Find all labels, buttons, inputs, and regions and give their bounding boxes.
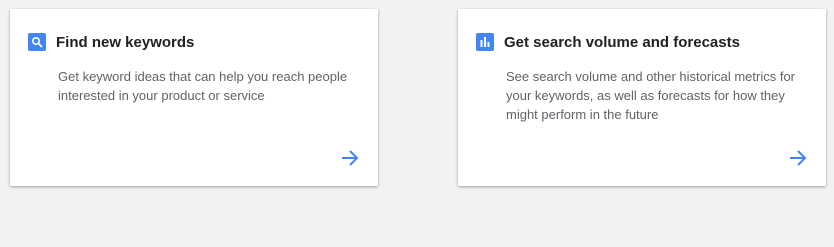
arrow-right-icon[interactable] [340,148,360,168]
bar-chart-icon [476,33,494,51]
card-description: Get keyword ideas that can help you reac… [58,69,348,103]
card-header: Get search volume and forecasts [476,33,740,51]
card-description: See search volume and other historical m… [506,69,796,122]
card-title: Find new keywords [56,33,195,51]
card-title: Get search volume and forecasts [504,33,740,51]
find-new-keywords-card[interactable]: Find new keywords Get keyword ideas that… [10,9,378,186]
search-volume-forecasts-card[interactable]: Get search volume and forecasts See sear… [458,9,826,186]
arrow-right-icon[interactable] [788,148,808,168]
search-icon [28,33,46,51]
card-header: Find new keywords [28,33,194,51]
